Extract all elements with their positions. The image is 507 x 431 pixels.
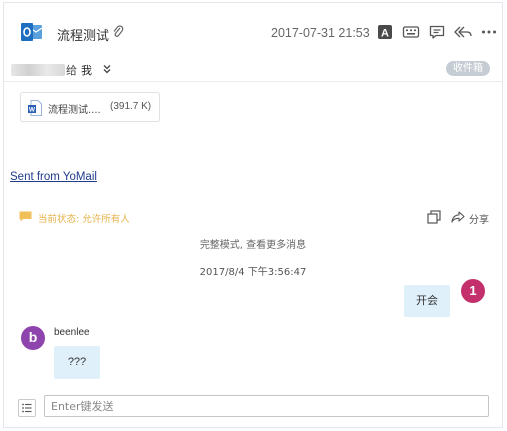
svg-text:A: A bbox=[381, 28, 389, 40]
comment-icon[interactable] bbox=[428, 23, 446, 41]
keyboard-icon[interactable] bbox=[402, 23, 420, 41]
attachment-name: 流程测试.... bbox=[48, 105, 101, 116]
step-badge: 1 bbox=[461, 279, 485, 303]
sender-name: beenlee bbox=[54, 327, 90, 338]
message-bubble-outgoing: 开会 bbox=[404, 285, 450, 317]
attachment-size: (391.7 K) bbox=[110, 101, 152, 112]
email-subject: 流程测试 bbox=[57, 29, 110, 44]
list-button[interactable] bbox=[18, 399, 36, 417]
recipient-suffix: 给 bbox=[66, 64, 77, 77]
chat-timestamp: 2017/8/4 下午3:56:47 bbox=[199, 267, 307, 278]
header-divider bbox=[4, 81, 502, 82]
paperclip-icon bbox=[113, 25, 124, 37]
attachment-card[interactable]: W 流程测试.... (391.7 K) bbox=[20, 92, 160, 122]
email-header: 流程测试 2017-07-31 21:53 A bbox=[4, 3, 502, 61]
share-icon[interactable] bbox=[451, 211, 465, 223]
avatar[interactable]: b bbox=[21, 326, 45, 350]
chevron-double-down-icon[interactable] bbox=[102, 63, 112, 75]
chat-input[interactable] bbox=[44, 395, 489, 417]
copy-icon[interactable] bbox=[427, 210, 441, 224]
folder-tag: 收件箱 bbox=[446, 61, 490, 76]
redacted-recipient bbox=[11, 64, 65, 76]
outlook-icon bbox=[21, 23, 43, 41]
word-file-icon: W bbox=[28, 100, 42, 116]
chat-state-text: 当前状态: 允许所有人 bbox=[38, 214, 130, 225]
email-window: 流程测试 2017-07-31 21:53 A 给我 收件箱 W 流程测试...… bbox=[3, 2, 503, 428]
recipient-me: 我 bbox=[81, 64, 92, 77]
full-mode-link[interactable]: 完整模式, 查看更多消息 bbox=[4, 236, 502, 251]
chat-state-row: 当前状态: 允许所有人 分享 bbox=[19, 210, 489, 226]
svg-text:W: W bbox=[29, 107, 36, 114]
chat-bubble-icon bbox=[19, 211, 32, 222]
email-date: 2017-07-31 21:53 bbox=[271, 26, 370, 40]
message-bubble-incoming: ??? bbox=[54, 346, 100, 379]
share-label[interactable]: 分享 bbox=[469, 211, 489, 226]
font-a-icon[interactable]: A bbox=[376, 23, 394, 41]
recipient-line: 给我 bbox=[66, 62, 92, 78]
list-icon bbox=[22, 403, 32, 413]
more-icon[interactable] bbox=[480, 23, 498, 41]
reply-all-icon[interactable] bbox=[453, 23, 473, 41]
signature-link[interactable]: Sent from YoMail bbox=[10, 171, 97, 183]
